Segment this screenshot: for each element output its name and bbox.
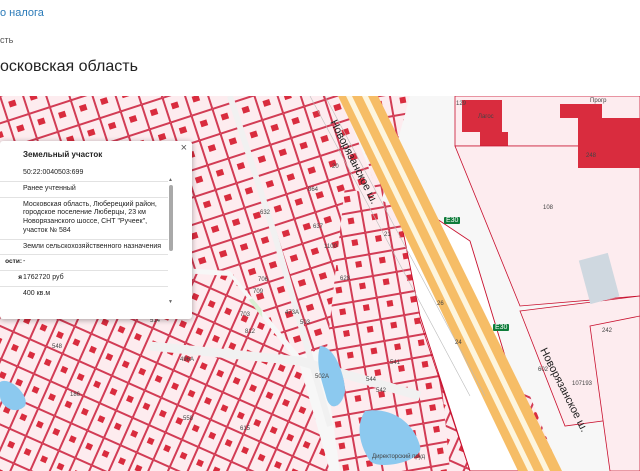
svg-text:108: 108 — [543, 205, 554, 211]
svg-text:542: 542 — [376, 388, 387, 394]
svg-text:541: 541 — [390, 360, 401, 366]
svg-text:709: 709 — [253, 289, 264, 295]
svg-text:703: 703 — [240, 312, 251, 318]
highway-shield: E30 — [493, 324, 510, 331]
info-row: Земли сельскохозяйственного назначения — [0, 238, 168, 255]
svg-text:632: 632 — [260, 210, 271, 216]
svg-text:502A: 502A — [315, 374, 329, 380]
popup-body[interactable]: 50:22:0040503:699 Ранее учтенный Московс… — [0, 166, 168, 311]
svg-text:20: 20 — [332, 164, 339, 170]
svg-text:473A: 473A — [285, 310, 299, 316]
info-row: Московская область, Люберецкий район, го… — [0, 196, 168, 239]
svg-text:Лагос: Лагос — [478, 114, 494, 120]
page-title: осковская область — [0, 58, 138, 75]
info-row: Ранее учтенный — [0, 180, 168, 197]
popup-title: Земельный участок — [23, 150, 103, 159]
row-key: я — [18, 274, 22, 281]
svg-text:548: 548 — [52, 344, 63, 350]
svg-text:558: 558 — [183, 416, 194, 422]
svg-text:544: 544 — [366, 377, 377, 383]
svg-text:864: 864 — [308, 187, 319, 193]
cadastral-number: 50:22:0040503:699 — [23, 169, 84, 176]
svg-text:1100: 1100 — [324, 244, 338, 250]
breadcrumb[interactable]: сть — [0, 35, 13, 45]
svg-text:242: 242 — [602, 328, 613, 334]
popup-scrollbar[interactable]: ▲ ▼ — [168, 177, 174, 305]
svg-text:812: 812 — [245, 329, 256, 335]
scroll-up-icon[interactable]: ▲ — [168, 177, 173, 183]
svg-text:24: 24 — [455, 340, 462, 346]
svg-text:615: 615 — [240, 426, 251, 432]
svg-text:628: 628 — [340, 276, 351, 282]
cadastral-value: 1762720 руб — [23, 274, 64, 281]
scroll-thumb[interactable] — [169, 185, 173, 251]
row-key — [0, 185, 23, 194]
highway-shield: E30 — [444, 217, 461, 224]
back-link[interactable]: о налога — [0, 7, 44, 19]
svg-text:21: 21 — [384, 232, 391, 238]
svg-text:129: 129 — [456, 101, 467, 107]
row-key — [0, 243, 23, 252]
row-key — [0, 169, 23, 178]
info-row: 50:22:0040503:699 — [0, 166, 168, 181]
info-row: 400 кв.м — [0, 285, 168, 302]
land-category-value: Земли сельскохозяйственного назначения — [23, 242, 162, 250]
svg-text:637: 637 — [313, 224, 324, 230]
info-row: ости: - — [0, 254, 168, 270]
status-value: Ранее учтенный — [23, 184, 76, 192]
svg-text:248: 248 — [586, 153, 597, 159]
close-icon[interactable]: × — [181, 142, 187, 154]
info-row: я 1762720 руб — [0, 270, 168, 286]
svg-text:Прогр: Прогр — [590, 98, 607, 104]
svg-text:107193: 107193 — [572, 381, 593, 387]
parcel-info-popup: × Земельный участок 50:22:0040503:699 Ра… — [0, 141, 192, 319]
svg-text:186: 186 — [70, 392, 81, 398]
svg-text:496A: 496A — [180, 357, 194, 363]
row-key — [0, 201, 23, 236]
area-value: 400 кв.м — [23, 289, 51, 297]
scroll-down-icon[interactable]: ▼ — [168, 299, 173, 305]
svg-text:503: 503 — [300, 320, 311, 326]
permitted-use-value: - — [23, 258, 26, 266]
pond-label: Директорский пруд — [372, 453, 425, 460]
row-key: ости: — [5, 258, 22, 266]
svg-text:706: 706 — [258, 277, 269, 283]
address-value: Московская область, Люберецкий район, го… — [23, 200, 157, 234]
svg-text:26: 26 — [437, 301, 444, 307]
row-key — [0, 290, 23, 299]
